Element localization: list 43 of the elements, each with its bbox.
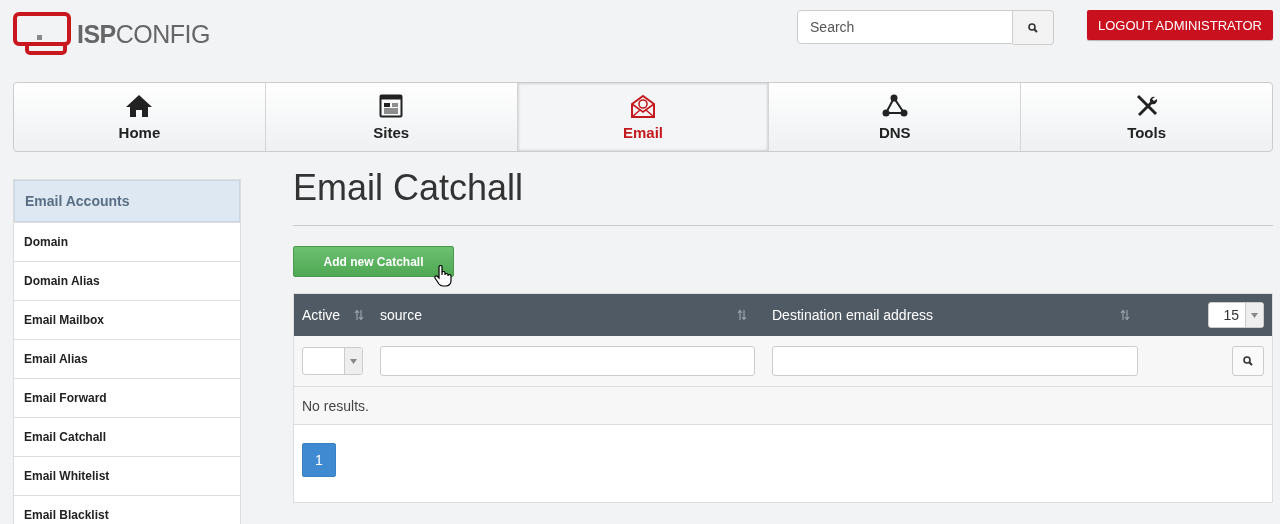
tools-icon [1134,93,1159,118]
sidebar-item[interactable]: Email Catchall [14,417,240,456]
sidebar-heading: Email Accounts [14,180,240,222]
nav-tab[interactable]: DNS [769,83,1022,151]
page-size-select[interactable]: 15 [1208,302,1264,328]
sort-icon[interactable] [1120,309,1130,321]
caret-icon [350,358,357,364]
sort-icon[interactable] [354,309,364,321]
search-icon [1028,22,1039,33]
column-header[interactable]: Destination email address [772,307,934,323]
caret-icon [1251,312,1258,318]
nav-tab[interactable]: Email [517,83,770,151]
email-icon [630,93,656,118]
search-field[interactable]: Search [797,10,1014,44]
destination-filter-field[interactable] [772,346,1138,376]
nav-tab[interactable]: Sites [265,83,518,151]
hand-cursor-icon [434,265,452,287]
search-button[interactable] [1013,10,1055,45]
sidebar-item[interactable]: Email Forward [14,378,240,417]
sort-icon[interactable] [737,309,747,321]
page-title: Email Catchall [293,167,1273,226]
active-filter-select[interactable] [302,347,363,375]
sidebar-item[interactable]: Email Blacklist [14,495,240,524]
source-filter-field[interactable] [380,346,755,376]
network-icon [881,93,908,118]
logo-text: ISPCONFIG [77,19,210,49]
nav-tab[interactable]: Tools [1021,83,1272,151]
home-icon [125,93,154,118]
sidebar-item[interactable]: Email Mailbox [14,300,240,339]
nav-tab[interactable]: Home [14,83,266,151]
filter-search-button[interactable] [1232,346,1264,376]
sidebar-item[interactable]: Domain Alias [14,261,240,300]
sidebar-item[interactable]: Email Whitelist [14,456,240,495]
column-header[interactable]: Active [302,307,341,323]
column-header[interactable]: source [380,307,423,323]
sidebar-item[interactable]: Email Alias [14,339,240,378]
logo-icon [13,12,71,56]
document-icon [379,93,404,118]
sidebar-item[interactable]: Domain [14,222,240,261]
search-icon [1243,356,1253,366]
logout-button[interactable]: LOGOUT ADMINISTRATOR [1087,10,1273,40]
page-button[interactable]: 1 [302,443,336,477]
empty-message: No results. [302,397,369,414]
